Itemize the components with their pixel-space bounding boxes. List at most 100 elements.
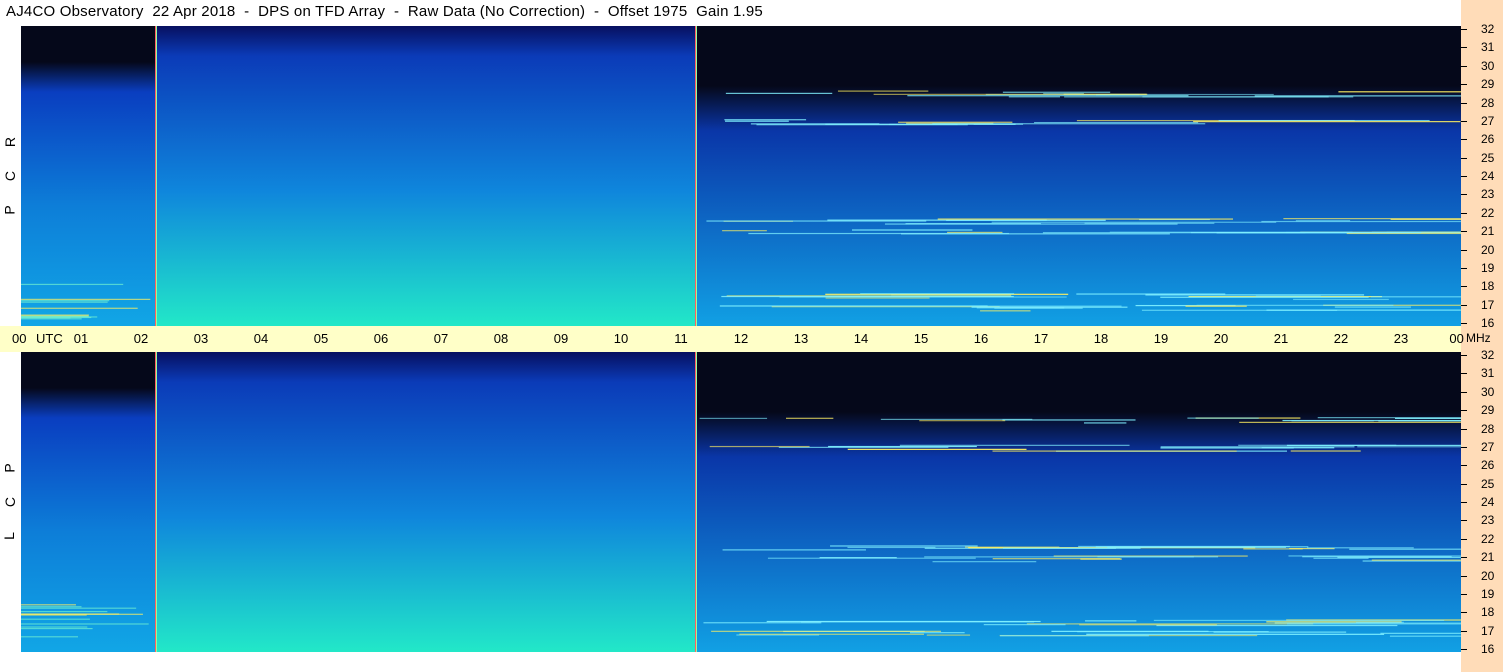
rcp-interference-streak <box>937 218 1234 220</box>
rcp-mhz-tick-label: 32 <box>1481 22 1495 36</box>
rcp-marker-line <box>695 26 696 326</box>
lcp-interference-streak <box>924 556 1194 558</box>
utc-tick-label: 11 <box>674 331 688 346</box>
lcp-mhz-tick-label: 26 <box>1481 458 1495 473</box>
rcp-interference-streak <box>21 300 110 302</box>
rcp-mhz-tick-label: 19 <box>1481 260 1495 275</box>
lcp-mhz-tick-label: 25 <box>1481 476 1495 491</box>
utc-unit-label: UTC <box>36 331 63 346</box>
bottom-margin <box>0 652 1461 672</box>
utc-tick-label: 22 <box>1333 331 1349 346</box>
lcp-interference-streak <box>919 420 1006 422</box>
lcp-mhz-tick <box>1461 649 1467 650</box>
lcp-spectrogram <box>21 352 1461 652</box>
lcp-interference-streak <box>21 626 88 628</box>
rcp-interference-streak <box>873 93 1148 95</box>
lcp-interference-streak <box>1355 621 1404 623</box>
lcp-interference-streak <box>1317 417 1461 419</box>
lcp-interference-streak <box>1086 633 1385 635</box>
lcp-mhz-tick <box>1461 465 1467 467</box>
rcp-interference-streak <box>706 220 927 222</box>
rcp-mhz-tick-label: 20 <box>1481 242 1495 257</box>
rcp-mhz-tick-label: 29 <box>1481 77 1495 92</box>
utc-tick-label: 14 <box>853 331 869 346</box>
lcp-interference-streak <box>847 448 1027 450</box>
rcp-interference-streak <box>1255 295 1321 297</box>
lcp-interference-streak <box>722 549 866 551</box>
lcp-interference-streak <box>1286 623 1461 625</box>
utc-tick-label: 06 <box>373 331 389 346</box>
lcp-interference-streak <box>21 623 149 625</box>
rcp-interference-streak <box>1293 298 1389 301</box>
rcp-interference-streak <box>750 123 880 125</box>
utc-tick-label: 00 <box>1449 331 1464 346</box>
lcp-interference-streak <box>1337 556 1461 558</box>
rcp-mhz-tick <box>1461 249 1467 251</box>
lcp-evening-region <box>696 352 1461 652</box>
frequency-unit-label: MHz <box>1466 331 1491 345</box>
lcp-mhz-tick <box>1461 520 1467 522</box>
rcp-mhz-tick-label: 16 <box>1481 316 1495 330</box>
rcp-mhz-tick <box>1461 139 1467 141</box>
utc-tick-label: 19 <box>1153 331 1169 346</box>
rcp-mhz-tick-label: 31 <box>1481 40 1495 55</box>
lcp-marker-line <box>695 352 696 652</box>
rcp-interference-streak <box>1338 91 1461 93</box>
lcp-letter-p: P <box>1 463 18 473</box>
lcp-interference-streak <box>21 613 120 615</box>
lcp-mhz-tick <box>1461 446 1467 448</box>
lcp-mhz-tick-label: 24 <box>1481 495 1495 509</box>
lcp-interference-streak <box>699 417 768 420</box>
lcp-interference-streak <box>711 630 941 632</box>
lcp-interference-streak <box>709 445 810 448</box>
lcp-mhz-tick-label: 18 <box>1481 605 1495 620</box>
rcp-interference-streak <box>1185 305 1247 307</box>
lcp-interference-streak <box>1306 547 1414 549</box>
utc-tick-label: 10 <box>613 331 629 346</box>
rcp-letter-c: C <box>2 170 19 182</box>
rcp-mhz-tick-label: 30 <box>1481 58 1495 73</box>
lcp-interference-streak <box>766 620 1041 623</box>
lcp-mhz-tick-label: 19 <box>1481 586 1495 601</box>
lcp-letter-c: C <box>2 496 19 508</box>
rcp-interference-streak <box>1034 121 1199 124</box>
rcp-mhz-tick <box>1461 267 1467 269</box>
rcp-mhz-tick <box>1461 176 1467 177</box>
utc-tick-label: 12 <box>733 331 749 346</box>
rcp-interference-streak <box>1076 293 1226 295</box>
lcp-marker-line <box>156 352 157 652</box>
rcp-mhz-tick <box>1461 157 1467 159</box>
utc-tick-label: 00 <box>12 331 27 346</box>
rcp-interference-streak <box>725 92 833 94</box>
utc-tick-label: 02 <box>133 331 149 346</box>
lcp-interference-streak <box>1000 635 1149 637</box>
lcp-mhz-tick-label: 21 <box>1481 550 1495 565</box>
rcp-interference-streak <box>1002 91 1111 93</box>
lcp-interference-streak <box>1187 417 1259 419</box>
lcp-interference-streak <box>926 634 971 636</box>
utc-tick-label: 08 <box>493 331 509 346</box>
utc-tick-label: 21 <box>1273 331 1289 346</box>
lcp-interference-streak <box>1153 619 1445 622</box>
rcp-interference-streak <box>837 90 929 92</box>
lcp-interference-streak <box>992 450 1237 452</box>
rcp-interference-streak <box>1190 231 1422 234</box>
lcp-mhz-tick <box>1461 502 1467 503</box>
rcp-evening-region <box>696 26 1461 326</box>
lcp-interference-streak <box>830 545 978 547</box>
lcp-interference-streak <box>1389 635 1461 637</box>
rcp-interference-streak <box>905 223 1041 225</box>
rcp-mhz-tick-label: 18 <box>1481 279 1495 294</box>
rcp-mhz-tick <box>1461 286 1467 288</box>
lcp-interference-streak <box>21 618 90 620</box>
lcp-mhz-tick <box>1461 538 1467 540</box>
rcp-interference-streak <box>980 310 1031 312</box>
utc-tick-label: 20 <box>1213 331 1229 346</box>
lcp-marker-line <box>696 352 697 652</box>
lcp-mhz-tick <box>1461 410 1467 412</box>
rcp-interference-streak <box>991 221 1277 223</box>
lcp-interference-streak <box>828 445 977 448</box>
lcp-mhz-tick <box>1461 355 1467 356</box>
lcp-interference-streak <box>899 444 1130 446</box>
lcp-mhz-tick-label: 31 <box>1481 366 1495 381</box>
